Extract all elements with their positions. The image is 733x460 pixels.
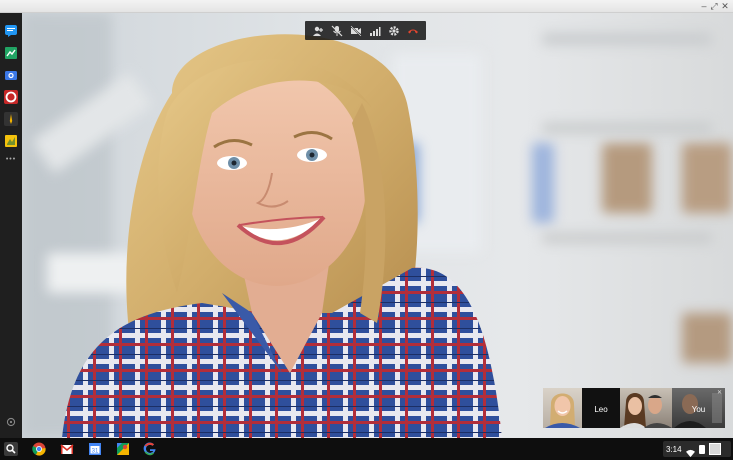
participant-thumbnail[interactable]: Leo [582, 388, 620, 428]
title-bar: – ⤢ ✕ [0, 0, 733, 13]
google-icon[interactable] [143, 442, 157, 456]
camera-icon[interactable] [4, 68, 18, 82]
signal-icon[interactable] [368, 24, 382, 38]
add-person-icon[interactable] [311, 24, 325, 38]
calendar-icon[interactable]: 31 [88, 442, 102, 456]
svg-text:31: 31 [92, 449, 99, 455]
clock: 3:14 [666, 444, 682, 454]
pen-icon[interactable] [4, 112, 18, 126]
camera-off-icon[interactable] [349, 24, 363, 38]
participants-strip: Leo You ✕ [543, 388, 725, 428]
wifi-icon [685, 445, 695, 457]
settings-icon[interactable] [387, 24, 401, 38]
close-button[interactable]: ✕ [720, 1, 730, 11]
hang-up-icon[interactable] [406, 24, 420, 38]
participant-thumbnail[interactable]: You ✕ [672, 388, 725, 428]
participant-name: You [691, 405, 706, 414]
shelf-taskbar: 31 3:14 [0, 438, 733, 460]
system-tray[interactable]: 3:14 [663, 441, 731, 457]
avatar [708, 443, 721, 455]
participant-thumbnail[interactable] [543, 388, 582, 428]
chrome-icon[interactable] [32, 442, 46, 456]
search-icon[interactable] [4, 442, 18, 456]
minimize-button[interactable]: – [699, 1, 709, 11]
app-launcher-sidebar: ••• [0, 13, 22, 438]
sheets-icon[interactable] [4, 46, 18, 60]
more-apps-icon[interactable]: ••• [4, 156, 18, 163]
settings-icon[interactable] [6, 417, 16, 427]
participant-thumbnail[interactable] [620, 388, 672, 428]
maximize-button[interactable]: ⤢ [709, 1, 719, 11]
call-controls-toolbar [305, 21, 426, 40]
keep-icon[interactable] [4, 134, 18, 148]
thumbnail-options-icon[interactable]: ✕ [717, 389, 722, 396]
participant-name: Leo [594, 405, 608, 414]
main-video-feed: Leo You ✕ [22, 13, 733, 438]
battery-icon [698, 444, 705, 454]
mute-mic-icon[interactable] [330, 24, 344, 38]
gmail-icon[interactable] [60, 442, 74, 456]
participant-video-image [62, 34, 502, 438]
browser-window: – ⤢ ✕ ••• Leo You ✕ 31 3:14 [0, 0, 733, 460]
maps-icon[interactable] [116, 442, 130, 456]
lifebuoy-icon[interactable] [4, 90, 18, 104]
hangouts-icon[interactable] [4, 24, 18, 38]
